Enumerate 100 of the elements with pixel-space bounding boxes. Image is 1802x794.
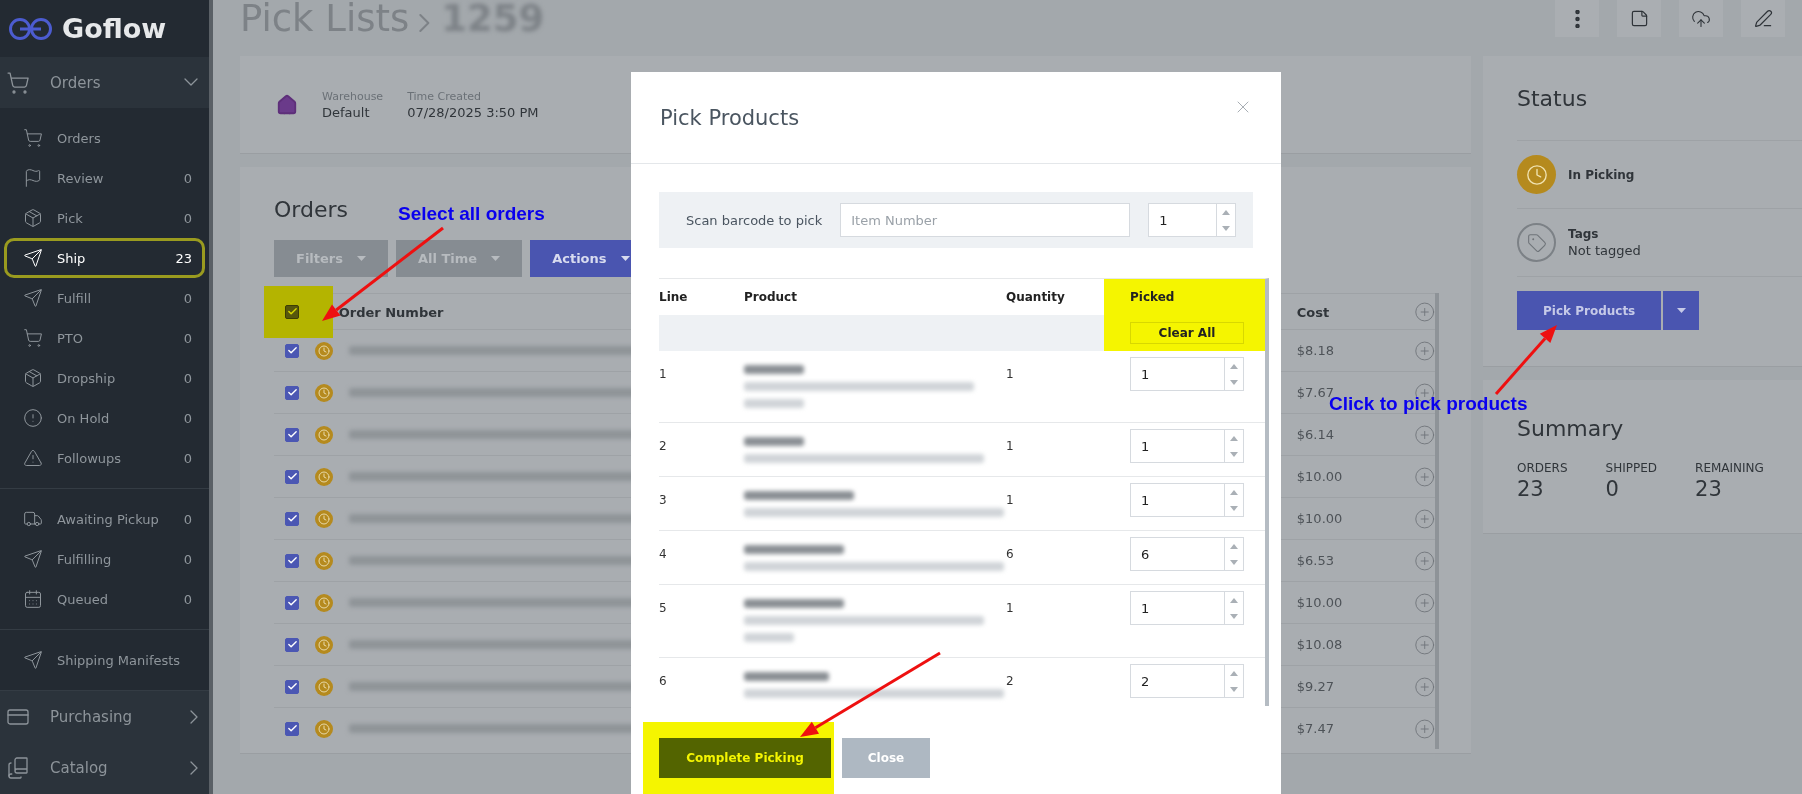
item-icon [23,408,43,429]
chevron-icon [419,12,432,34]
item-icon [23,589,43,610]
picked-field[interactable]: 1 [1130,483,1224,517]
sidebar-item[interactable]: Fulfilling 0 [4,539,205,580]
column-header: Picked [1130,290,1175,304]
cost-cell-text: $9.27 [1296,679,1336,694]
add-icon[interactable] [1413,465,1435,488]
add-icon[interactable] [1413,339,1435,362]
quantity-cell-text: 1 [1006,600,1015,615]
sidebar-item[interactable]: Awaiting Pickup 0 [4,499,205,540]
picked-field[interactable]: 6 [1130,537,1224,571]
add-icon[interactable] [1413,423,1435,446]
dropdown-toggle[interactable] [1663,291,1700,330]
sidebar-item[interactable]: Dropship 0 [4,358,205,399]
redacted-product-text [744,399,804,408]
cost-cell-text: $8.18 [1296,343,1336,358]
add-icon[interactable] [1413,717,1435,740]
clock-icon [315,551,333,570]
sidebar-item[interactable]: Ship 23 [4,238,205,279]
sidebar-item[interactable]: Queued 0 [4,579,205,620]
clock-icon [315,509,333,528]
upload-button[interactable] [1679,0,1723,37]
quantity-cell-text: 2 [1006,673,1015,688]
section-title: Summary [1517,416,1625,441]
item-icon [23,328,43,349]
add-column-icon[interactable] [1413,300,1435,323]
stepper-arrows[interactable] [1224,429,1244,463]
picked-field[interactable]: 1 [1130,591,1224,625]
picked-field[interactable]: 1 [1130,357,1224,391]
quantity-cell-text: 1 [1006,438,1015,453]
sidebar-item[interactable]: Followups 0 [4,438,205,479]
clear-all-button[interactable]: Clear All [1130,322,1244,344]
item-icon [23,248,43,269]
row-checkbox[interactable] [285,469,299,484]
item-icon [23,288,43,309]
quantity-cell-text: 1 [1006,366,1015,381]
house-icon [276,93,298,116]
column-header: Quantity [1006,290,1066,304]
row-checkbox[interactable] [285,595,299,610]
sidebar-item[interactable]: Orders [4,118,205,159]
sidebar-item[interactable]: PTO 0 [4,318,205,359]
sidebar-item[interactable]: Fulfill 0 [4,278,205,319]
stepper-arrows[interactable] [1224,664,1244,698]
stepper-arrows[interactable] [1224,483,1244,517]
clock-icon [315,383,333,402]
cost-cell-text: $10.00 [1296,469,1344,484]
row-checkbox[interactable] [285,511,299,526]
pen-icon [1753,9,1773,28]
sidebar-item[interactable]: Review 0 [4,158,205,199]
annotation-text: Select all orders [398,203,545,225]
item-number-field[interactable]: Item Number [840,203,1131,237]
sidebar-item[interactable]: Pick 0 [4,198,205,239]
add-icon[interactable] [1413,507,1435,530]
clock-icon [315,341,333,360]
row-checkbox[interactable] [285,343,299,358]
stepper-arrows[interactable] [1216,203,1237,237]
add-icon[interactable] [1413,633,1435,656]
row-checkbox[interactable] [285,427,299,442]
notes-button[interactable] [1617,0,1661,37]
picked-field[interactable]: 2 [1130,664,1224,698]
stat-value: 23 [1695,477,1723,501]
quantity-field[interactable]: 1 [1148,203,1217,237]
row-checkbox[interactable] [285,385,299,400]
line-number: 2 [659,438,668,453]
stepper-arrows[interactable] [1224,591,1244,625]
quantity-cell-text: 1 [1006,492,1015,507]
sidebar-section[interactable]: Catalog [0,742,209,794]
sidebar-section[interactable]: Orders [0,57,209,109]
sidebar-item[interactable]: On Hold 0 [4,398,205,439]
caret-icon [357,256,366,261]
picked-field[interactable]: 1 [1130,429,1224,463]
add-icon[interactable] [1413,591,1435,614]
add-icon[interactable] [1413,675,1435,698]
stepper-arrows[interactable] [1224,537,1244,571]
select-all-checkbox[interactable] [285,304,299,319]
cloud-upload-icon [1691,8,1711,29]
add-icon[interactable] [1413,549,1435,572]
edit-button[interactable] [1741,0,1785,37]
row-checkbox[interactable] [285,637,299,652]
cost-cell-text: $10.08 [1296,637,1344,652]
more-icon [1574,9,1580,28]
item-icon [23,128,43,149]
stepper-arrows[interactable] [1224,357,1244,391]
pick-products-button[interactable]: Pick Products [1517,291,1662,330]
redacted-product-text [744,437,804,446]
row-checkbox[interactable] [285,721,299,736]
line-number: 3 [659,492,668,507]
clock-icon [315,425,333,444]
caret-icon [491,256,501,261]
row-checkbox[interactable] [285,553,299,568]
row-checkbox[interactable] [285,679,299,694]
column-header: Cost [1296,305,1330,320]
section-title: Orders [274,197,348,222]
clock-icon [315,719,333,738]
sidebar-section[interactable]: Purchasing [0,691,209,743]
sidebar-item[interactable]: Shipping Manifests [4,640,205,681]
more-button[interactable] [1555,0,1599,37]
complete-picking-button[interactable]: Complete Picking [659,738,831,778]
caret-icon [620,256,630,261]
